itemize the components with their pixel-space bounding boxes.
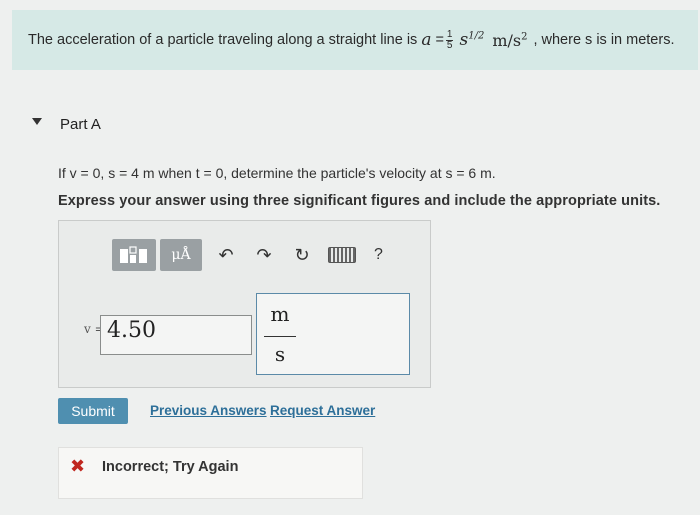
unit-exponent: 2 xyxy=(521,31,528,43)
unit-fraction-bar xyxy=(264,336,296,337)
variable-s: s1/2 xyxy=(459,30,484,50)
templates-button[interactable] xyxy=(112,239,156,271)
problem-text-after: , where s is in meters. xyxy=(533,32,675,48)
question-text: If v = 0, s = 4 m when t = 0, determine … xyxy=(58,165,496,181)
instruction-text: Express your answer using three signific… xyxy=(58,193,661,209)
equals-sign: = xyxy=(435,32,444,48)
undo-icon[interactable]: ↶ xyxy=(212,239,240,271)
redo-icon[interactable]: ↷ xyxy=(250,239,278,271)
units-button[interactable]: μÅ xyxy=(160,239,202,271)
part-title: Part A xyxy=(60,116,101,133)
problem-statement: The acceleration of a particle traveling… xyxy=(12,10,698,70)
variable-a: a xyxy=(421,30,432,50)
exponent: 1/2 xyxy=(468,30,485,42)
help-icon[interactable]: ? xyxy=(374,246,383,264)
equation-toolbar: μÅ ↶ ↷ ↻ ? xyxy=(112,238,383,272)
fraction-denominator: 5 xyxy=(446,39,453,51)
fraction: 1 5 xyxy=(445,28,454,51)
variable-s-letter: s xyxy=(459,30,469,50)
fraction-numerator: 1 xyxy=(445,28,454,41)
problem-text-before: The acceleration of a particle traveling… xyxy=(28,32,418,48)
reset-icon[interactable]: ↻ xyxy=(288,239,316,271)
answer-value-input[interactable]: 4.50 xyxy=(100,315,252,355)
part-collapse-toggle-icon[interactable] xyxy=(32,118,42,125)
incorrect-x-icon: ✖ xyxy=(70,456,86,476)
unit-base: m/s xyxy=(492,30,522,50)
acceleration-unit: m/s2 xyxy=(492,31,527,50)
feedback-text: Incorrect; Try Again xyxy=(102,459,239,475)
submit-button[interactable]: Submit xyxy=(58,398,128,424)
templates-icon xyxy=(120,246,147,263)
keyboard-icon[interactable] xyxy=(328,247,356,263)
unit-numerator: m xyxy=(270,302,290,326)
unit-denominator: s xyxy=(274,342,286,366)
request-answer-link[interactable]: Request Answer xyxy=(270,403,375,418)
previous-answers-link[interactable]: Previous Answers xyxy=(150,403,267,418)
